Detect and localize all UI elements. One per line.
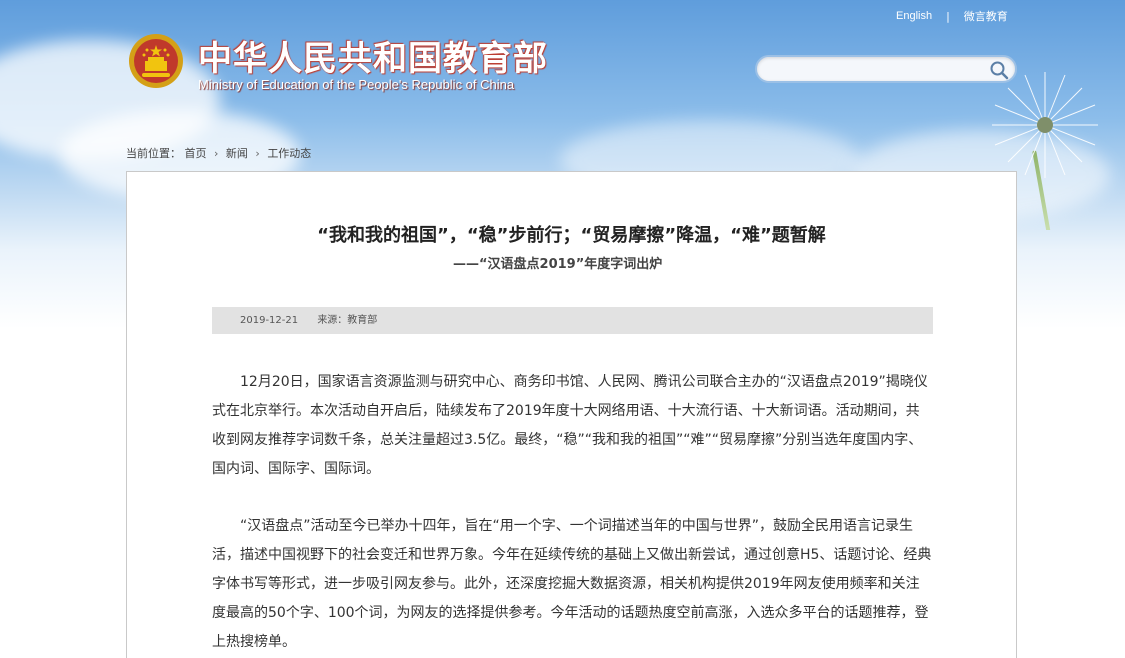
weibo-link[interactable]: 微言教育 <box>964 8 1008 24</box>
search-input[interactable] <box>757 57 982 81</box>
top-links: English | 微言教育 <box>896 8 1008 24</box>
article-title: “我和我的祖国”，“稳”步前行；“贸易摩擦”降温，“难”题暂解 <box>317 225 826 246</box>
breadcrumb-work-news[interactable]: 工作动态 <box>267 147 311 160</box>
english-link[interactable]: English <box>896 10 932 22</box>
breadcrumb: 当前位置： 首页 › 新闻 › 工作动态 <box>126 145 311 161</box>
search-icon[interactable] <box>989 60 1009 80</box>
article-meta: 2019-12-21 来源：教育部 <box>212 307 933 334</box>
dandelion-decoration <box>992 72 1098 178</box>
breadcrumb-news[interactable]: 新闻 <box>226 147 248 160</box>
site-title: 中华人民共和国教育部 <box>198 39 548 79</box>
article-subtitle: ——“汉语盘点2019”年度字词出炉 <box>453 257 663 272</box>
chevron-right-icon: › <box>214 147 219 160</box>
article-paragraph: 12月20日，国家语言资源监测与研究中心、商务印书馆、人民网、腾讯公司联合主办的… <box>212 374 928 477</box>
article-paragraph: “汉语盘点”活动至今已举办十四年，旨在“用一个字、一个词描述当年的中国与世界”，… <box>212 518 932 650</box>
publish-date: 2019-12-21 <box>240 315 299 326</box>
article-source: 来源：教育部 <box>317 315 378 326</box>
breadcrumb-home[interactable]: 首页 <box>185 147 207 160</box>
article-panel: “我和我的祖国”，“稳”步前行；“贸易摩擦”降温，“难”题暂解 ——“汉语盘点2… <box>126 171 1017 658</box>
link-separator: | <box>946 9 950 23</box>
chevron-right-icon: › <box>255 147 260 160</box>
national-emblem-icon[interactable] <box>128 33 184 89</box>
site-subtitle: Ministry of Education of the People's Re… <box>198 77 515 92</box>
breadcrumb-prefix: 当前位置： <box>126 147 181 160</box>
search-box <box>755 55 1017 83</box>
